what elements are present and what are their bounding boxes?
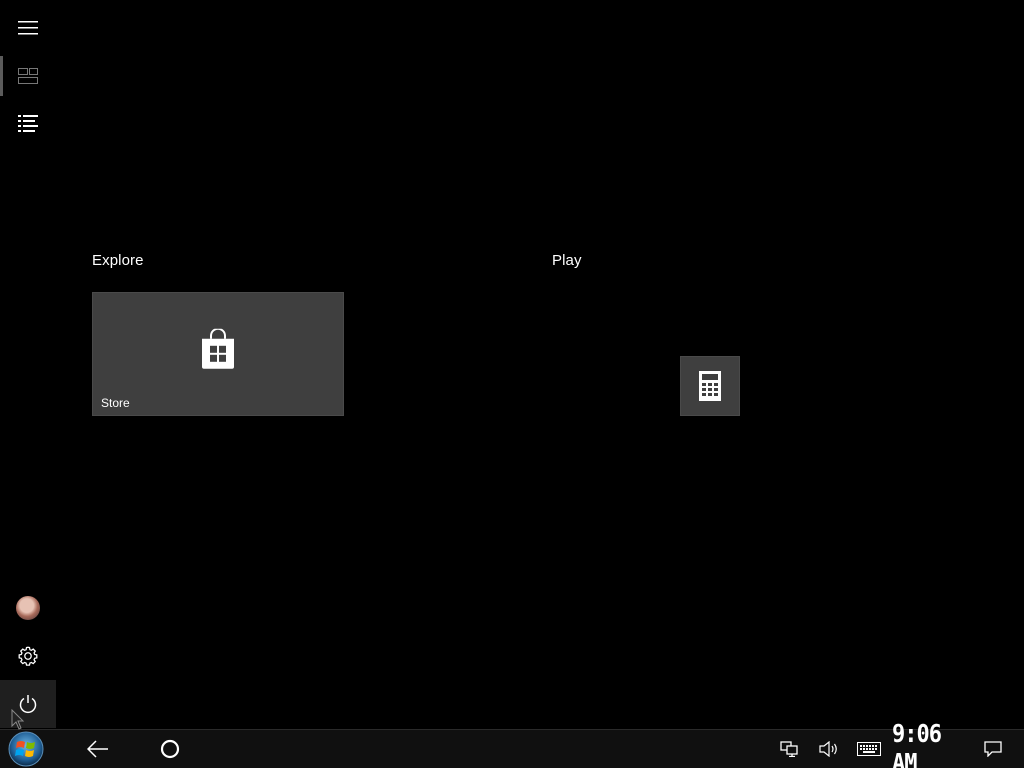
store-tile[interactable]: Store (92, 292, 344, 416)
hamburger-menu-icon (18, 21, 38, 35)
touch-keyboard-button[interactable] (854, 730, 884, 768)
search-button[interactable] (150, 730, 190, 768)
calculator-tile[interactable] (680, 356, 740, 416)
windows-start-orb-icon (8, 731, 44, 767)
all-apps-button[interactable] (0, 100, 56, 148)
touch-keyboard-icon (857, 742, 881, 756)
pinned-tiles-button[interactable] (0, 52, 56, 100)
tiles-view-icon (18, 68, 38, 84)
start-screen: Explore Store Play 9:06 AM (0, 0, 1024, 768)
action-center-icon (984, 741, 1002, 757)
network-icon (780, 741, 798, 757)
start-left-rail (0, 0, 56, 729)
clock-time: 9:06 AM (892, 720, 942, 768)
back-arrow-icon (87, 740, 108, 758)
all-apps-list-icon (18, 115, 38, 132)
start-button[interactable] (4, 730, 48, 768)
power-button[interactable] (0, 680, 56, 728)
user-avatar (16, 596, 40, 620)
hamburger-menu-button[interactable] (0, 4, 56, 52)
settings-button[interactable] (0, 632, 56, 680)
action-center-button[interactable] (978, 730, 1008, 768)
calculator-icon (699, 371, 721, 401)
taskbar-clock[interactable]: 9:06 AM (892, 720, 964, 768)
volume-icon (819, 741, 837, 757)
gear-icon (18, 646, 38, 666)
group-title-explore[interactable]: Explore (92, 252, 144, 269)
group-title-play[interactable]: Play (552, 252, 582, 269)
user-account-button[interactable] (0, 584, 56, 632)
back-button[interactable] (78, 730, 118, 768)
store-bag-icon (202, 328, 234, 369)
taskbar: 9:06 AM (0, 720, 1024, 768)
cortana-circle-icon (160, 739, 180, 759)
mouse-pointer-icon (11, 709, 25, 730)
store-tile-label: Store (101, 396, 130, 410)
volume-button[interactable] (814, 730, 844, 768)
network-button[interactable] (774, 730, 804, 768)
